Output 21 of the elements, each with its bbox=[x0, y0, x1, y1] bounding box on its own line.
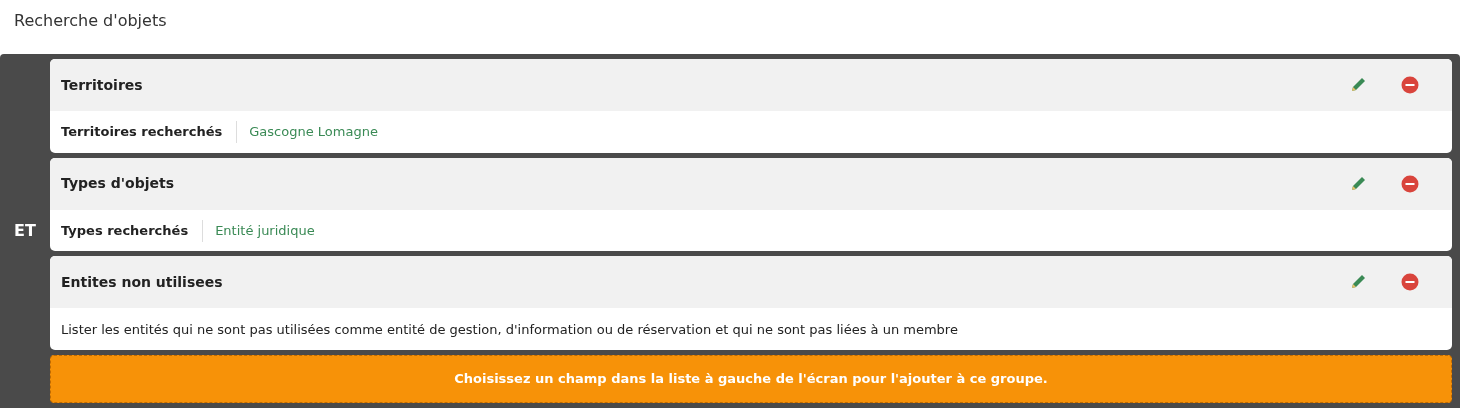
operator-label: ET bbox=[14, 220, 36, 242]
edit-icon bbox=[1349, 76, 1367, 94]
edit-button[interactable] bbox=[1349, 174, 1367, 193]
remove-button[interactable] bbox=[1401, 76, 1419, 94]
field-value: Gascogne Lomagne bbox=[249, 123, 378, 142]
criterion-title: Territoires bbox=[61, 75, 144, 95]
remove-button[interactable] bbox=[1401, 273, 1419, 292]
page-title: Recherche d'objets bbox=[13, 10, 168, 32]
remove-icon bbox=[1401, 174, 1419, 193]
remove-icon bbox=[1401, 76, 1419, 94]
edit-button[interactable] bbox=[1349, 76, 1367, 94]
criterion-description: Lister les entités qui ne sont pas utilisées comme entité de gestion, d'information ou de réservation et qui ne sont pas liées à un membre bbox=[61, 320, 958, 339]
remove-icon bbox=[1401, 273, 1419, 292]
field-value: Entité juridique bbox=[215, 221, 315, 240]
field-label: Types recherchés bbox=[61, 219, 204, 242]
criterion-title: Entites non utilisees bbox=[61, 272, 224, 292]
criterion-title: Types d'objets bbox=[61, 174, 175, 194]
edit-icon bbox=[1349, 174, 1367, 193]
drop-zone[interactable]: Choisissez un champ dans la liste à gauche de l'écran pour l'ajouter à ce groupe. bbox=[50, 355, 1452, 403]
field-label: Territoires recherchés bbox=[61, 121, 238, 143]
remove-button[interactable] bbox=[1401, 174, 1419, 193]
